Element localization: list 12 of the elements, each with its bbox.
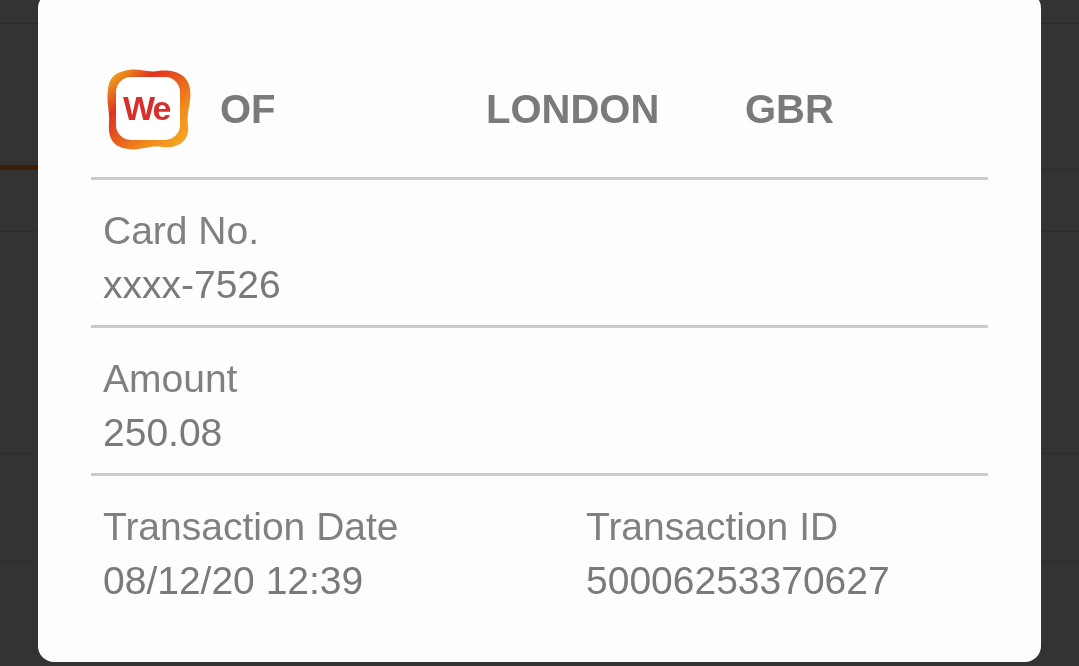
- field-value: 50006253370627: [586, 558, 890, 604]
- merchant-city: LONDON: [486, 86, 660, 131]
- field-value: 250.08: [103, 410, 223, 456]
- field-label: Amount: [103, 356, 238, 402]
- field-label: Transaction Date: [103, 504, 399, 550]
- field-label: Transaction ID: [586, 504, 839, 550]
- field-value: xxxx-7526: [103, 262, 281, 308]
- field-label: Card No.: [103, 208, 260, 254]
- logo-text: We: [123, 87, 170, 128]
- merchant-country: GBR: [745, 86, 834, 131]
- merchant-name: OF: [220, 86, 276, 131]
- field-value: 08/12/20 12:39: [103, 558, 364, 604]
